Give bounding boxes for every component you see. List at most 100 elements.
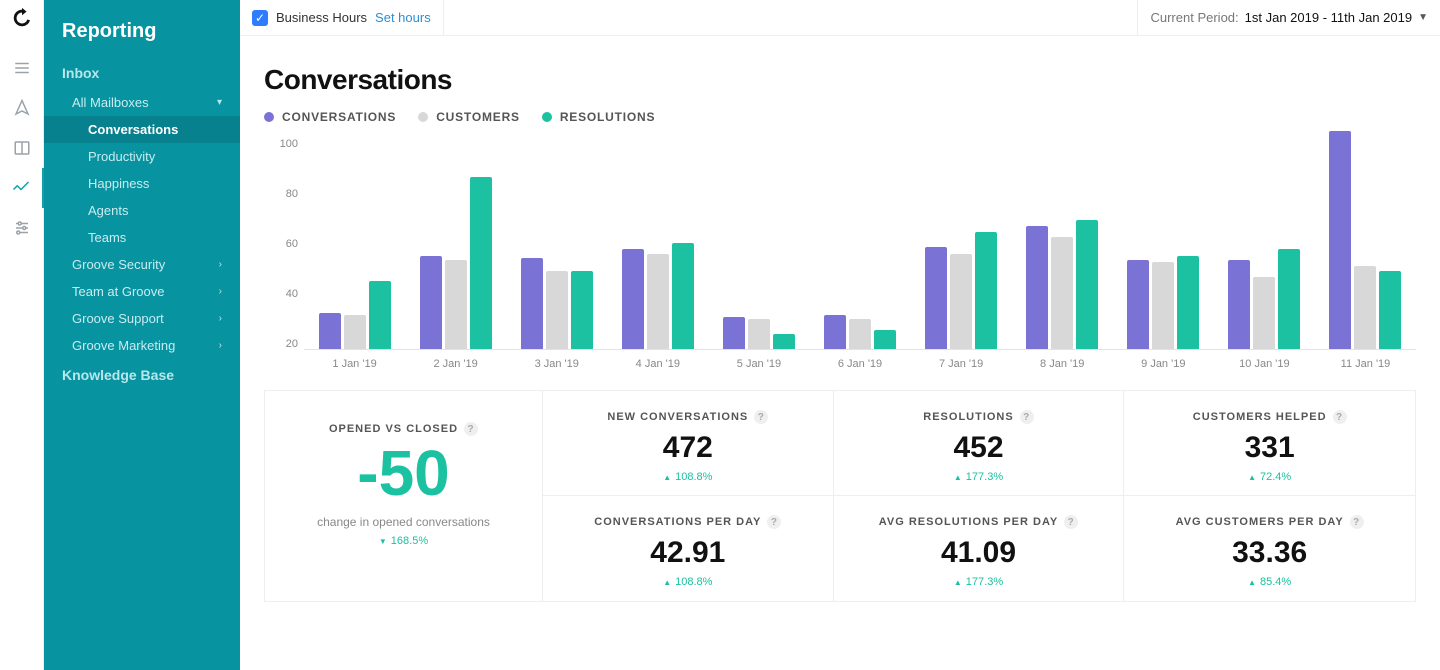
settings-icon[interactable] — [0, 208, 44, 248]
help-icon[interactable]: ? — [754, 410, 768, 424]
legend-conversations[interactable]: CONVERSATIONS — [264, 110, 396, 124]
triangle-up-icon: ▲ — [663, 578, 671, 587]
stat-label-text: RESOLUTIONS — [923, 411, 1013, 423]
sidebar-item-groove-security[interactable]: Groove Security › — [44, 251, 240, 278]
stat-value: -50 — [277, 441, 530, 505]
stat-delta: ▲ 108.8% — [549, 576, 827, 588]
legend-resolutions[interactable]: RESOLUTIONS — [542, 110, 655, 124]
stat-value: 42.91 — [549, 536, 827, 570]
period-selector[interactable]: Current Period: 1st Jan 2019 - 11th Jan … — [1137, 0, 1440, 35]
stat-card: AVG RESOLUTIONS PER DAY?41.09▲177.3% — [834, 496, 1125, 601]
chevron-right-icon: › — [219, 286, 222, 297]
bar[interactable] — [1177, 256, 1199, 349]
bar[interactable] — [1076, 220, 1098, 349]
bar[interactable] — [420, 256, 442, 349]
stat-value: 33.36 — [1130, 536, 1409, 570]
bar[interactable] — [925, 247, 947, 349]
sidebar-section-knowledge-base[interactable]: Knowledge Base — [44, 359, 240, 391]
help-icon[interactable]: ? — [1350, 515, 1364, 529]
legend-label: CUSTOMERS — [436, 110, 520, 124]
stat-label: AVG CUSTOMERS PER DAY? — [1176, 515, 1364, 529]
topbar: ✓ Business Hours Set hours Current Perio… — [240, 0, 1440, 36]
bar[interactable] — [1026, 226, 1048, 349]
help-icon[interactable]: ? — [767, 515, 781, 529]
legend-customers[interactable]: CUSTOMERS — [418, 110, 520, 124]
sidebar-item-label: Team at Groove — [72, 284, 165, 299]
bar[interactable] — [1253, 277, 1275, 349]
help-icon[interactable]: ? — [1020, 410, 1034, 424]
bar[interactable] — [445, 260, 467, 349]
bar[interactable] — [1379, 271, 1401, 349]
bar[interactable] — [369, 281, 391, 349]
bar[interactable] — [672, 243, 694, 349]
x-tick: 6 Jan '19 — [809, 358, 910, 370]
bar[interactable] — [571, 271, 593, 349]
bar[interactable] — [748, 319, 770, 349]
chevron-down-icon: ▾ — [217, 97, 222, 108]
y-tick: 40 — [286, 288, 298, 300]
bar[interactable] — [1051, 237, 1073, 349]
sidebar-sub-conversations[interactable]: Conversations — [44, 116, 240, 143]
sidebar-sub-teams[interactable]: Teams — [44, 224, 240, 251]
stat-delta-value: 108.8% — [675, 576, 712, 588]
menu-icon[interactable] — [0, 48, 44, 88]
sidebar-item-team-at-groove[interactable]: Team at Groove › — [44, 278, 240, 305]
bar[interactable] — [470, 177, 492, 349]
bar-group — [911, 232, 1012, 349]
stat-label-text: CUSTOMERS HELPED — [1193, 411, 1327, 423]
bar[interactable] — [344, 315, 366, 349]
bar[interactable] — [975, 232, 997, 349]
x-axis: 1 Jan '192 Jan '193 Jan '194 Jan '195 Ja… — [304, 358, 1416, 370]
y-tick: 60 — [286, 238, 298, 250]
stat-delta-value: 168.5% — [391, 535, 428, 547]
sidebar-item-all-mailboxes[interactable]: All Mailboxes ▾ — [44, 89, 240, 116]
y-tick: 80 — [286, 188, 298, 200]
x-tick: 3 Jan '19 — [506, 358, 607, 370]
sidebar-sub-agents[interactable]: Agents — [44, 197, 240, 224]
bar[interactable] — [950, 254, 972, 349]
bar[interactable] — [1278, 249, 1300, 349]
bar[interactable] — [824, 315, 846, 349]
bar[interactable] — [874, 330, 896, 349]
bar[interactable] — [849, 319, 871, 349]
chart-plot: 1 Jan '192 Jan '193 Jan '194 Jan '195 Ja… — [304, 138, 1416, 370]
help-icon[interactable]: ? — [1333, 410, 1347, 424]
bar[interactable] — [1127, 260, 1149, 349]
reporting-icon[interactable] — [0, 168, 44, 208]
swatch-icon — [418, 112, 428, 122]
sidebar-section-inbox[interactable]: Inbox — [44, 57, 240, 89]
bar[interactable] — [521, 258, 543, 349]
stat-card: AVG CUSTOMERS PER DAY?33.36▲85.4% — [1124, 496, 1415, 601]
sidebar-sub-happiness[interactable]: Happiness — [44, 170, 240, 197]
stat-label: CUSTOMERS HELPED? — [1193, 410, 1347, 424]
compass-icon[interactable] — [0, 88, 44, 128]
bar[interactable] — [773, 334, 795, 349]
bar-group — [809, 315, 910, 349]
help-icon[interactable]: ? — [1064, 515, 1078, 529]
stat-label-text: AVG CUSTOMERS PER DAY — [1176, 516, 1344, 528]
sidebar-sub-productivity[interactable]: Productivity — [44, 143, 240, 170]
bar[interactable] — [647, 254, 669, 349]
bar-group — [607, 243, 708, 349]
business-hours-checkbox[interactable]: ✓ — [252, 10, 268, 26]
x-tick: 1 Jan '19 — [304, 358, 405, 370]
sidebar-item-groove-marketing[interactable]: Groove Marketing › — [44, 332, 240, 359]
stat-delta: ▲108.8% — [549, 471, 827, 483]
groove-logo-icon[interactable] — [10, 6, 34, 30]
bar[interactable] — [1354, 266, 1376, 349]
set-hours-link[interactable]: Set hours — [375, 10, 431, 25]
book-icon[interactable] — [0, 128, 44, 168]
bar[interactable] — [546, 271, 568, 349]
help-icon[interactable]: ? — [464, 422, 478, 436]
x-tick: 10 Jan '19 — [1214, 358, 1315, 370]
bar[interactable] — [622, 249, 644, 349]
stat-card-opened-vs-closed: OPENED VS CLOSED ? -50 change in opened … — [265, 391, 543, 601]
bar[interactable] — [319, 313, 341, 349]
bar[interactable] — [1329, 131, 1351, 349]
bar-group — [405, 177, 506, 349]
bar[interactable] — [1152, 262, 1174, 349]
stat-value: 41.09 — [840, 536, 1118, 570]
bar[interactable] — [723, 317, 745, 349]
bar[interactable] — [1228, 260, 1250, 349]
sidebar-item-groove-support[interactable]: Groove Support › — [44, 305, 240, 332]
